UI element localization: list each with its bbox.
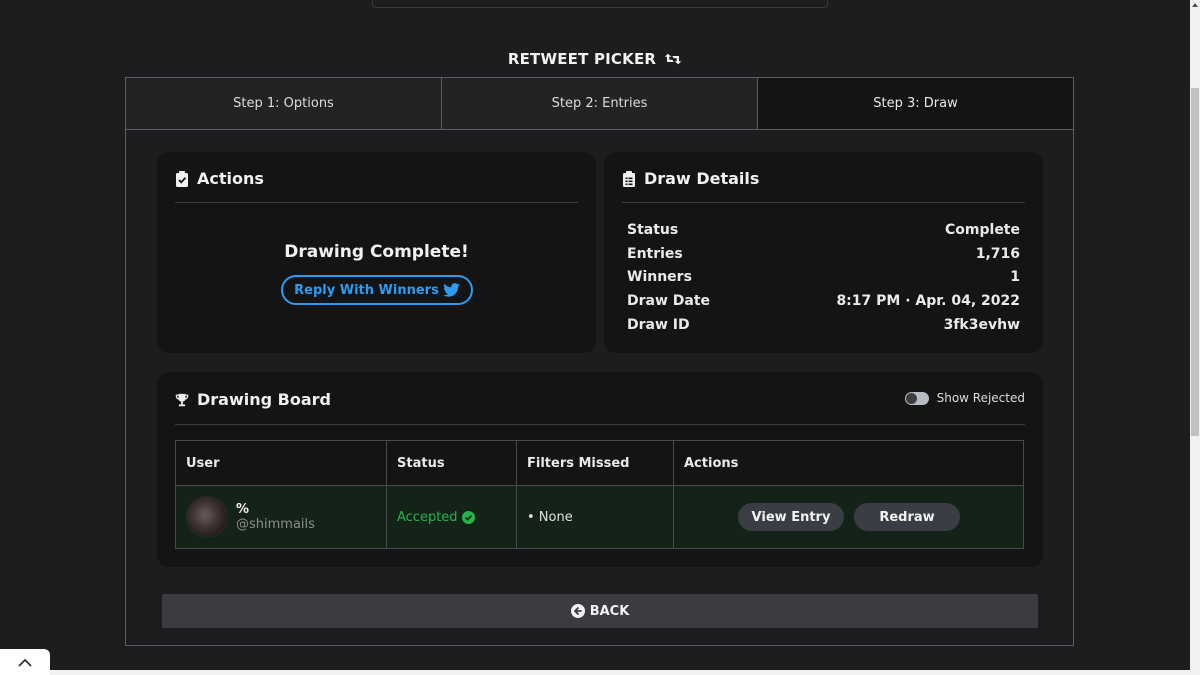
status-cell: Accepted: [386, 485, 517, 549]
table-row: % @shimmails Accepted • None View Entry …: [175, 485, 1024, 549]
drawing-board-table: User Status Filters Missed Actions % @sh…: [175, 440, 1024, 549]
horizontal-scroll-track: [0, 670, 1190, 675]
toggle-knob: [905, 392, 917, 404]
step-tabs: Step 1: Options Step 2: Entries Step 3: …: [126, 78, 1073, 130]
clipboard-list-icon: [623, 170, 635, 187]
redraw-button[interactable]: Redraw: [854, 503, 960, 531]
scroll-to-top-button[interactable]: [0, 649, 50, 675]
chevron-up-icon: [18, 658, 32, 667]
detail-row-winners: Winners 1: [627, 269, 1020, 286]
filters-missed-cell: • None: [516, 485, 674, 549]
draw-details-header: Draw Details: [622, 169, 759, 188]
drawing-board-header: Drawing Board: [175, 390, 331, 409]
detail-row-status: Status Complete: [627, 221, 1020, 238]
detail-row-draw-date: Draw Date 8:17 PM · Apr. 04, 2022: [627, 293, 1020, 310]
drawing-complete-message: Drawing Complete!: [284, 242, 469, 262]
user-cell: % @shimmails: [175, 485, 387, 549]
actions-card: Actions Drawing Complete! Reply With Win…: [157, 152, 596, 353]
page-scrollbar[interactable]: [1190, 0, 1200, 675]
arrow-circle-left-icon: [570, 604, 585, 618]
drawing-board-title: Drawing Board: [197, 390, 331, 409]
clipboard-check-icon: [176, 170, 188, 187]
scroll-up-arrow-icon[interactable]: [1191, 0, 1199, 10]
detail-row-draw-id: Draw ID 3fk3evhw: [627, 317, 1020, 334]
column-header-user: User: [175, 440, 387, 486]
draw-details-card: Draw Details Status Complete Entries 1,7…: [604, 152, 1043, 353]
table-header-row: User Status Filters Missed Actions: [175, 440, 1024, 486]
draw-details-list: Status Complete Entries 1,716 Winners 1 …: [627, 218, 1020, 337]
user-handle[interactable]: @shimmails: [236, 517, 315, 533]
reply-with-winners-button[interactable]: Reply With Winners: [281, 275, 473, 305]
search-input-edge[interactable]: [372, 0, 828, 8]
scrollbar-thumb[interactable]: [1191, 88, 1199, 436]
actions-cell: View Entry Redraw: [673, 485, 1024, 549]
divider: [175, 202, 578, 203]
draw-details-title: Draw Details: [644, 169, 760, 188]
status-badge: Accepted: [397, 510, 506, 525]
column-header-actions: Actions: [673, 440, 1024, 486]
tab-step-3-draw[interactable]: Step 3: Draw: [758, 78, 1073, 129]
column-header-status: Status: [386, 440, 517, 486]
show-rejected-label: Show Rejected: [936, 391, 1025, 405]
divider: [622, 202, 1025, 203]
retweet-icon: [664, 53, 682, 65]
twitter-icon: [442, 283, 460, 297]
toggle-switch[interactable]: [904, 391, 929, 405]
page-title: RETWEET PICKER: [0, 50, 1190, 68]
column-header-filters-missed: Filters Missed: [516, 440, 674, 486]
tab-step-1-options[interactable]: Step 1: Options: [126, 78, 442, 129]
actions-card-title: Actions: [197, 169, 264, 188]
drawing-board-card: Drawing Board Show Rejected User Status …: [157, 372, 1043, 567]
check-circle-icon: [461, 510, 475, 524]
user-name: %: [236, 501, 250, 517]
trophy-icon: [175, 393, 189, 406]
back-button[interactable]: BACK: [162, 594, 1038, 628]
divider: [175, 424, 1025, 425]
detail-row-entries: Entries 1,716: [627, 245, 1020, 262]
show-rejected-toggle[interactable]: Show Rejected: [904, 391, 1025, 405]
view-entry-button[interactable]: View Entry: [738, 503, 844, 531]
avatar[interactable]: [186, 496, 228, 538]
actions-card-header: Actions: [175, 169, 264, 188]
tab-step-2-entries[interactable]: Step 2: Entries: [442, 78, 758, 129]
